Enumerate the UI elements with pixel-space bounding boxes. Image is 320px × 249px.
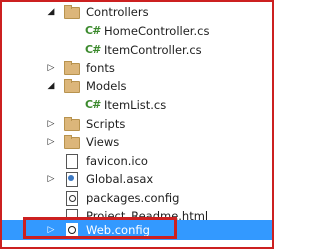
tree-item-label: HomeController.cs [104, 24, 210, 38]
ico-file-icon [64, 154, 80, 169]
annotation-highlight-box [23, 217, 177, 239]
tree-item-label: favicon.ico [86, 154, 148, 168]
collapse-arrow-icon[interactable] [46, 174, 56, 184]
collapse-arrow-icon[interactable] [46, 119, 56, 129]
folder-icon [64, 117, 80, 131]
csharp-file-icon: C# [85, 43, 101, 56]
tree-item-packages-config[interactable]: packages.config [2, 188, 272, 208]
folder-icon [64, 5, 80, 19]
tree-item-homecontroller[interactable]: C# HomeController.cs [2, 21, 272, 41]
expand-arrow-icon[interactable] [46, 81, 56, 91]
tree-item-itemcontroller[interactable]: C# ItemController.cs [2, 40, 272, 60]
folder-icon [64, 61, 80, 75]
folder-icon [64, 135, 80, 149]
tree-item-global-asax[interactable]: Global.asax [2, 169, 272, 189]
tree-item-label: packages.config [86, 191, 180, 205]
collapse-arrow-icon[interactable] [46, 63, 56, 73]
tree-item-scripts[interactable]: Scripts [2, 114, 272, 134]
tree-item-itemlist[interactable]: C# ItemList.cs [2, 95, 272, 115]
tree-item-label: Models [86, 79, 127, 93]
tree-item-fonts[interactable]: fonts [2, 58, 272, 78]
tree-item-views[interactable]: Views [2, 132, 272, 152]
csharp-file-icon: C# [85, 24, 101, 37]
tree-item-label: fonts [86, 61, 115, 75]
asax-file-icon [64, 172, 80, 187]
tree-item-label: ItemController.cs [104, 43, 202, 57]
tree-item-label: Global.asax [86, 172, 154, 186]
config-file-icon [64, 191, 80, 206]
folder-icon [64, 79, 80, 93]
tree-item-label: Controllers [86, 5, 149, 19]
csharp-file-icon: C# [85, 98, 101, 111]
tree-item-controllers[interactable]: Controllers [2, 2, 272, 22]
tree-item-models[interactable]: Models [2, 76, 272, 96]
tree-item-label: Views [86, 135, 120, 149]
expand-arrow-icon[interactable] [46, 7, 56, 17]
tree-item-favicon[interactable]: favicon.ico [2, 151, 272, 171]
collapse-arrow-icon[interactable] [46, 137, 56, 147]
solution-explorer-tree: Controllers C# HomeController.cs C# Item… [0, 0, 274, 249]
tree-item-label: Scripts [86, 117, 126, 131]
tree-item-label: ItemList.cs [104, 98, 167, 112]
